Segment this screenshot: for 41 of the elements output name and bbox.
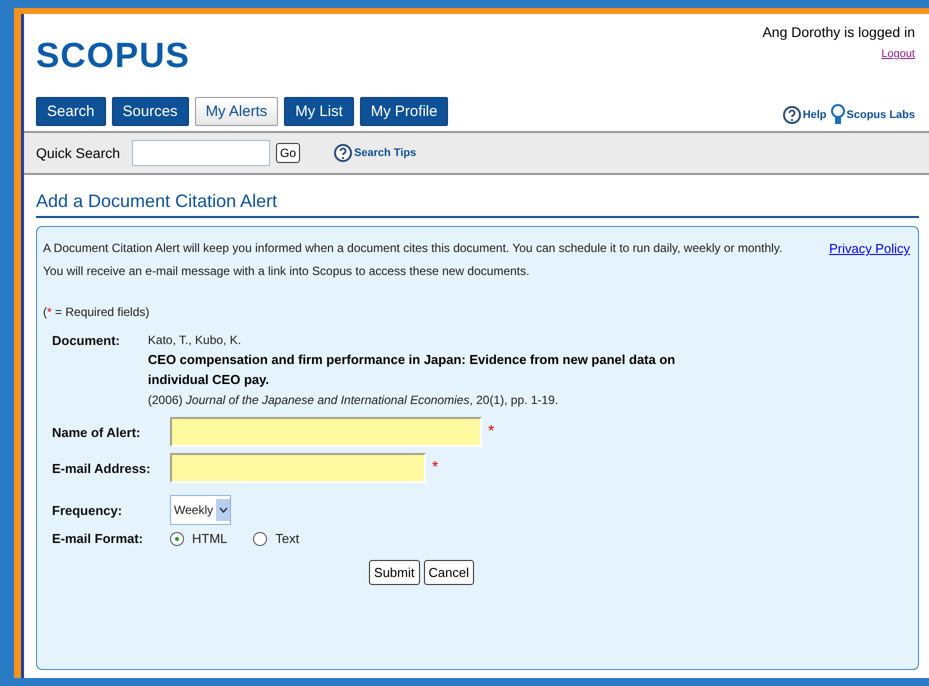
nav-tab[interactable]: My Profile [360, 97, 448, 126]
document-source: (2006) Journal of the Japanese and International Economies, 20(1), pp. 1-19. [148, 393, 560, 407]
field-label: E-mail Address: [52, 460, 152, 476]
radio-button[interactable] [170, 532, 184, 546]
format-label: E-mail Format: [52, 531, 144, 546]
radio-button[interactable] [253, 532, 268, 546]
document-title: CEO compensation and firm performance in Japan: Evidence from new panel data on individual CEO pay. [148, 351, 676, 389]
text-field[interactable] [170, 417, 482, 447]
labs-link[interactable]: Scopus Labs [830, 103, 915, 127]
login-status: Ang Dorothy is logged in [762, 24, 915, 40]
nav-tab[interactable]: My Alerts [194, 97, 278, 126]
quick-search-field[interactable] [132, 140, 270, 166]
nav-tab[interactable]: My List [284, 97, 354, 126]
help-icon [334, 142, 352, 164]
required-mark: * [488, 423, 494, 441]
format-option[interactable]: Text [253, 531, 300, 546]
nav-tab[interactable]: Search [36, 97, 106, 126]
cancel-button[interactable]: Cancel [424, 560, 474, 585]
submit-button[interactable]: Submit [369, 560, 420, 585]
required-mark: * [432, 459, 438, 477]
intro-text: A Document Citation Alert will keep you informed when a document cites this document. You can schedule it to run daily, weekly or monthly. You will receive an e-mail message with a link into Scopus to access these new documents. [43, 240, 784, 280]
field-label: Name of Alert: [52, 424, 142, 440]
caret-icon [218, 507, 228, 513]
lightbulb-icon [830, 103, 845, 127]
scopus-logo: SCOPUS [36, 36, 191, 76]
frequency-label: Frequency: [52, 502, 124, 518]
text-field[interactable] [170, 453, 426, 483]
privacy-link[interactable]: Privacy Policy [829, 237, 910, 283]
document-authors: Kato, T., Kubo, K. [148, 333, 242, 347]
document-label: Document: [52, 333, 120, 350]
format-option[interactable]: HTML [170, 531, 228, 546]
help-icon [782, 104, 801, 126]
quick-search-label: Quick Search [36, 145, 120, 161]
go-button[interactable]: Go [276, 143, 300, 163]
nav-tab[interactable]: Sources [112, 97, 189, 126]
required-note: (* = Required fields) [43, 305, 150, 319]
frequency-select[interactable]: Weekly [170, 495, 232, 525]
page-title: Add a Document Citation Alert [36, 191, 919, 218]
logout-link[interactable]: Logout [881, 48, 915, 60]
search-tips-link[interactable]: Search Tips [334, 142, 416, 164]
help-link[interactable]: Help [782, 104, 827, 126]
